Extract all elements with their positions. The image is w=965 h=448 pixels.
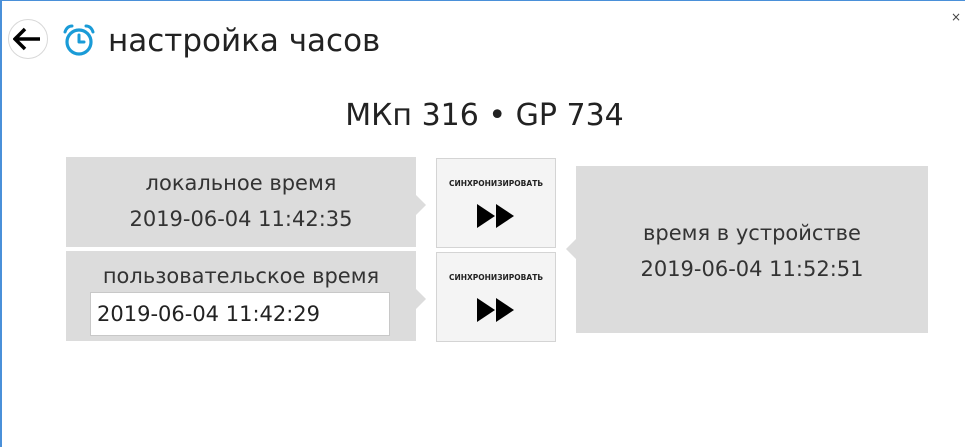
sync-button-label: СИНХРОНИЗИРОВАТЬ xyxy=(448,179,544,188)
panel-pointer xyxy=(416,195,426,215)
app-window: × настройка часов МКп 316 • GP 734 локал… xyxy=(0,0,965,447)
device-title: МКп 316 • GP 734 xyxy=(345,98,624,133)
local-time-label: локальное время xyxy=(145,171,337,195)
panel-pointer xyxy=(566,239,576,259)
back-button[interactable] xyxy=(8,19,48,59)
user-time-panel: пользовательское время xyxy=(66,251,426,341)
user-time-input[interactable] xyxy=(90,292,390,336)
device-time-panel: время в устройстве 2019-06-04 11:52:51 xyxy=(566,166,928,333)
local-time-value: 2019-06-04 11:42:35 xyxy=(129,207,353,231)
fast-forward-icon xyxy=(477,204,514,228)
panel-pointer xyxy=(416,289,426,309)
sync-user-button[interactable]: СИНХРОНИЗИРОВАТЬ xyxy=(436,252,556,342)
close-icon[interactable]: × xyxy=(951,11,961,23)
sync-button-label: СИНХРОНИЗИРОВАТЬ xyxy=(448,273,544,282)
arrow-left-icon xyxy=(13,27,40,51)
alarm-clock-icon xyxy=(63,24,95,56)
local-time-panel: локальное время 2019-06-04 11:42:35 xyxy=(66,157,426,247)
page-title: настройка часов xyxy=(108,23,381,59)
user-time-label: пользовательское время xyxy=(102,264,380,288)
device-time-value: 2019-06-04 11:52:51 xyxy=(640,257,864,281)
fast-forward-icon xyxy=(477,298,514,322)
sync-local-button[interactable]: СИНХРОНИЗИРОВАТЬ xyxy=(436,158,556,248)
device-time-label: время в устройстве xyxy=(643,221,861,245)
